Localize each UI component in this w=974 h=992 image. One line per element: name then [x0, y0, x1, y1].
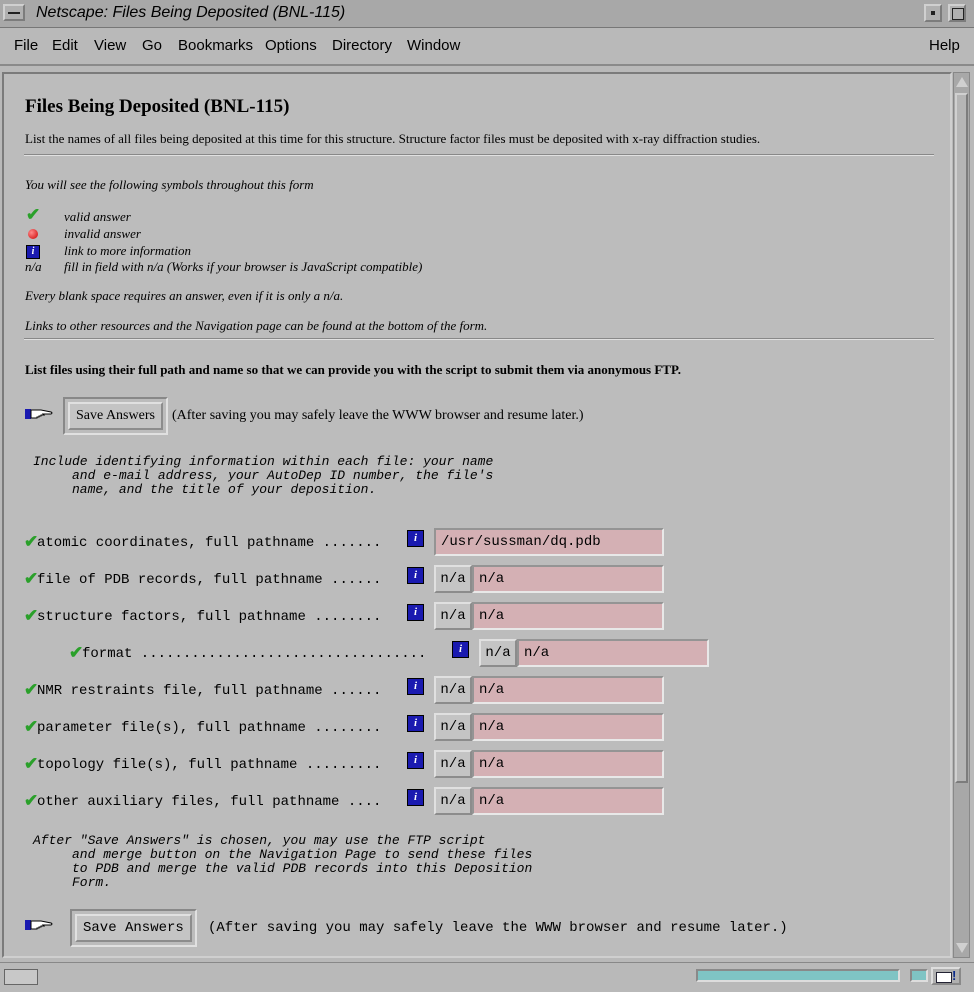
links-note: Links to other resources and the Navigat…	[25, 318, 488, 333]
menu-go[interactable]: Go	[142, 37, 162, 54]
symbols-intro: You will see the following symbols throu…	[25, 177, 314, 192]
info-icon[interactable]	[407, 752, 424, 769]
legend-na: fill in field with n/a (Works if your br…	[64, 259, 423, 274]
menu-bookmarks[interactable]: Bookmarks	[178, 37, 253, 54]
menu-view[interactable]: View	[94, 37, 126, 54]
check-icon: ✔	[26, 205, 41, 224]
menu-file[interactable]: File	[14, 37, 38, 54]
info-icon[interactable]	[452, 641, 469, 658]
vertical-scrollbar[interactable]	[953, 72, 970, 958]
field-label-nmr-restraints: NMR restraints file, full pathname .....…	[37, 683, 382, 699]
scroll-up-arrow-icon[interactable]	[955, 75, 968, 89]
list-instruction: List files using their full path and nam…	[25, 362, 681, 377]
legend-info: link to more information	[64, 243, 191, 258]
field-label-structure-factors: structure factors, full pathname .......…	[37, 609, 382, 625]
menu-help[interactable]: Help	[929, 37, 960, 54]
nmr-restraints-input[interactable]: n/a	[472, 676, 664, 704]
info-icon[interactable]	[407, 715, 424, 732]
progress-bar	[696, 969, 900, 982]
parameter-files-input[interactable]: n/a	[472, 713, 664, 741]
menu-options[interactable]: Options	[265, 37, 317, 54]
save-button-frame: Save Answers	[63, 397, 168, 435]
divider	[24, 338, 934, 340]
include-note: Include identifying information within e…	[33, 454, 494, 497]
after-save-note: After "Save Answers" is chosen, you may …	[33, 833, 533, 890]
menu-bar: File Edit View Go Bookmarks Options Dire…	[0, 28, 974, 66]
na-button[interactable]: n/a	[434, 602, 472, 630]
blank-note: Every blank space requires an answer, ev…	[25, 288, 344, 303]
info-icon: i	[26, 241, 40, 259]
page-content: Files Being Deposited (BNL-115) List the…	[2, 72, 952, 958]
field-label-atomic-coordinates: atomic coordinates, full pathname ......…	[37, 535, 382, 551]
legend-valid: valid answer	[64, 209, 131, 224]
page-title: Files Being Deposited (BNL-115)	[25, 96, 290, 117]
legend-na-symbol: n/a	[25, 259, 42, 274]
save-note: (After saving you may safely leave the W…	[208, 920, 788, 936]
auxiliary-files-input[interactable]: n/a	[472, 787, 664, 815]
save-answers-button[interactable]: Save Answers	[75, 914, 192, 942]
divider	[24, 154, 934, 156]
info-icon[interactable]	[407, 789, 424, 806]
save-note: (After saving you may safely leave the W…	[172, 408, 584, 423]
progress-indicator	[910, 969, 928, 982]
minimize-button[interactable]	[924, 4, 942, 22]
structure-factors-input[interactable]: n/a	[472, 602, 664, 630]
atomic-coordinates-input[interactable]: /usr/sussman/dq.pdb	[434, 528, 664, 556]
topology-files-input[interactable]: n/a	[472, 750, 664, 778]
security-key-icon[interactable]	[4, 969, 38, 985]
field-label-pdb-records: file of PDB records, full pathname .....…	[37, 572, 382, 588]
scroll-down-arrow-icon[interactable]	[955, 941, 968, 955]
mail-icon[interactable]	[931, 967, 961, 985]
field-label-auxiliary-files: other auxiliary files, full pathname ...…	[37, 794, 382, 810]
window-titlebar: Netscape: Files Being Deposited (BNL-115…	[0, 0, 974, 28]
scroll-thumb[interactable]	[955, 93, 968, 783]
format-input[interactable]: n/a	[517, 639, 709, 667]
na-button[interactable]: n/a	[434, 787, 472, 815]
na-button[interactable]: n/a	[434, 565, 472, 593]
pointing-hand-icon	[25, 917, 55, 938]
legend-invalid: invalid answer	[64, 226, 141, 241]
field-label-topology-files: topology file(s), full pathname ........…	[37, 757, 382, 773]
window-menu-button[interactable]	[3, 4, 25, 21]
window-title: Netscape: Files Being Deposited (BNL-115…	[36, 4, 346, 21]
save-answers-button[interactable]: Save Answers	[68, 402, 163, 430]
field-label-format: format .................................…	[82, 646, 427, 662]
info-icon[interactable]	[407, 604, 424, 621]
intro-text: List the names of all files being deposi…	[25, 131, 761, 146]
save-button-frame: Save Answers	[70, 909, 197, 947]
menu-directory[interactable]: Directory	[332, 37, 392, 54]
pdb-records-input[interactable]: n/a	[472, 565, 664, 593]
menu-window[interactable]: Window	[407, 37, 460, 54]
na-button[interactable]: n/a	[434, 676, 472, 704]
na-button[interactable]: n/a	[434, 713, 472, 741]
pointing-hand-icon	[25, 406, 55, 427]
status-bar	[0, 962, 974, 992]
info-icon[interactable]	[407, 567, 424, 584]
maximize-button[interactable]	[948, 4, 966, 22]
info-icon[interactable]	[407, 678, 424, 695]
field-label-parameter-files: parameter file(s), full pathname .......…	[37, 720, 382, 736]
na-button[interactable]: n/a	[479, 639, 517, 667]
menu-edit[interactable]: Edit	[52, 37, 78, 54]
info-icon[interactable]	[407, 530, 424, 547]
na-button[interactable]: n/a	[434, 750, 472, 778]
